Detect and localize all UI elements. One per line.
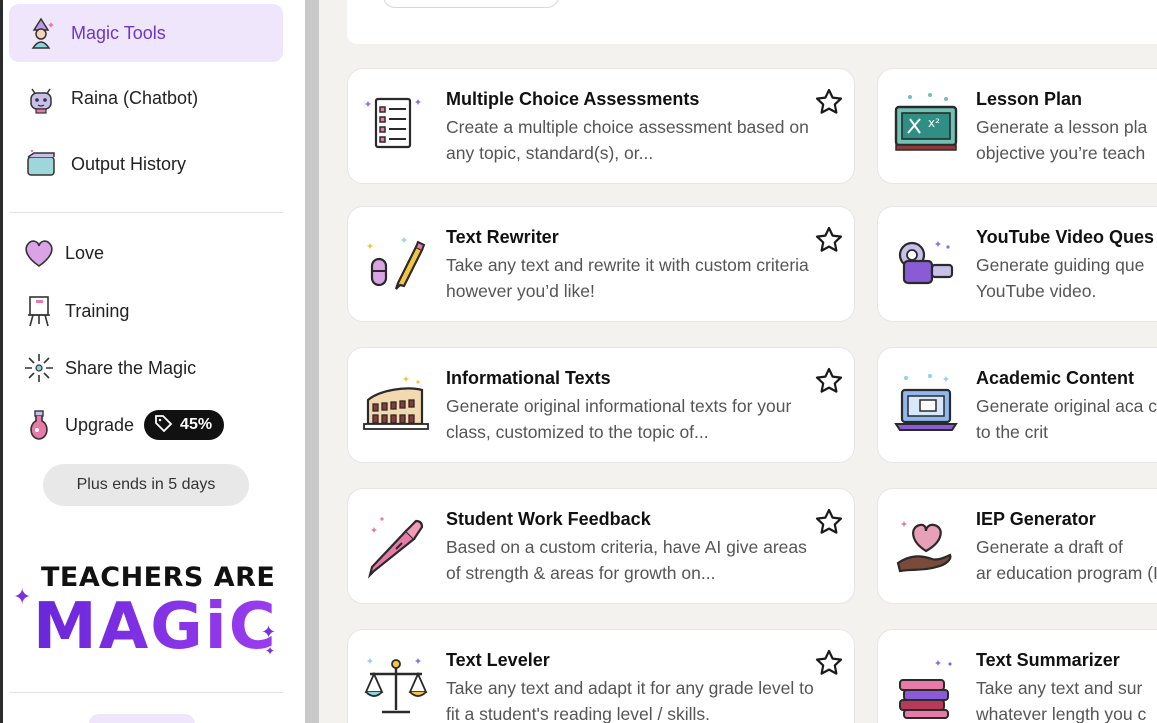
tool-card[interactable]: Academic Content Generate original aca cu… xyxy=(877,347,1157,463)
sidebar-divider xyxy=(9,212,283,213)
favorite-star-icon[interactable] xyxy=(814,648,844,678)
colosseum-icon xyxy=(360,368,432,440)
tool-title: Student Work Feedback xyxy=(446,509,651,529)
pen-icon xyxy=(360,509,432,581)
sparkle-share-icon xyxy=(21,350,57,386)
scales-icon xyxy=(360,650,432,722)
favorite-star-icon[interactable] xyxy=(814,366,844,396)
laptop-icon xyxy=(890,368,962,440)
tool-description: Take any text and sur whatever length you… xyxy=(976,678,1147,723)
checklist-icon xyxy=(360,89,432,161)
tool-title: Lesson Plan xyxy=(976,89,1083,109)
plan-notice: Plus ends in 5 days xyxy=(43,464,249,506)
sidebar-divider xyxy=(9,692,283,693)
tool-description: Take any text and adapt it for any grade… xyxy=(446,678,814,723)
plan-notice-text: Plus ends in 5 days xyxy=(76,476,216,493)
tool-title: Informational Texts xyxy=(446,368,611,388)
teachers-are-magic-logo: TEACHERS ARE MAGiC ✦ ✦ ✦ xyxy=(7,562,283,672)
pencil-eraser-icon xyxy=(360,227,432,299)
nav-raina-chatbot[interactable]: Raina (Chatbot) xyxy=(9,69,283,127)
tool-description: Take any text and rewrite it with custom… xyxy=(446,255,809,301)
nav-label: Magic Tools xyxy=(71,22,166,43)
main-content: Multiple Choice Assessments Create a mult… xyxy=(319,0,1157,723)
tool-description: Generate a draft of ar education program … xyxy=(976,537,1157,583)
books-icon xyxy=(890,650,962,722)
tool-card[interactable]: Informational Texts Generate original inf… xyxy=(347,347,855,463)
sparkle-icon: ✦ xyxy=(261,622,277,642)
sparkle-icon: ✦ xyxy=(13,584,32,609)
tool-card[interactable]: x² Lesson Plan Generate a lesson pla object… xyxy=(877,68,1157,184)
discount-badge: 45% xyxy=(144,410,225,440)
tool-card[interactable]: IEP Generator Generate a draft of ar educa… xyxy=(877,488,1157,604)
nav-magic-tools[interactable]: Magic Tools xyxy=(9,4,283,62)
tool-title: Multiple Choice Assessments xyxy=(446,89,700,109)
link-training[interactable]: Training xyxy=(21,291,129,331)
link-label: Training xyxy=(65,300,130,321)
tool-card[interactable]: Text Summarizer Take any text and sur what… xyxy=(877,629,1157,723)
tool-description: Generate guiding que YouTube video. xyxy=(976,255,1145,301)
tool-card[interactable]: Text Rewriter Take any text and rewrite i… xyxy=(347,206,855,322)
potion-icon xyxy=(21,407,57,443)
link-label: Love xyxy=(65,242,105,263)
sparkle-icon: ✦ xyxy=(265,644,276,658)
wizard-icon xyxy=(21,13,61,53)
tool-title: Academic Content xyxy=(976,368,1135,388)
favorite-star-icon[interactable] xyxy=(814,87,844,117)
tool-card[interactable]: YouTube Video Ques Generate guiding que Yo… xyxy=(877,206,1157,322)
easel-icon xyxy=(21,293,57,329)
link-share-the-magic[interactable]: Share the Magic xyxy=(21,348,196,388)
tool-title: Text Leveler xyxy=(446,650,550,670)
search-panel xyxy=(347,0,1157,44)
tool-description: Create a multiple choice assessment base… xyxy=(446,117,809,163)
history-icon xyxy=(21,144,61,184)
tag-icon xyxy=(154,414,174,437)
tool-description: Generate original aca customizedto the c… xyxy=(976,396,1157,442)
link-label: Upgrade xyxy=(65,414,135,435)
nav-label: Output History xyxy=(71,153,187,174)
chalkboard-icon: x² xyxy=(890,89,962,161)
tool-description: Generate original informational texts fo… xyxy=(446,396,792,442)
tool-description: Generate a lesson pla objective you’re te… xyxy=(976,117,1148,163)
link-love[interactable]: Love xyxy=(21,233,104,273)
nav-output-history[interactable]: Output History xyxy=(9,135,283,193)
tool-title: Text Summarizer xyxy=(976,650,1120,670)
tool-card[interactable]: Multiple Choice Assessments Create a mult… xyxy=(347,68,855,184)
tool-title: IEP Generator xyxy=(976,509,1096,529)
sidebar-bottom-pill[interactable] xyxy=(89,714,195,723)
tool-card[interactable]: Student Work Feedback Based on a custom c… xyxy=(347,488,855,604)
favorite-star-icon[interactable] xyxy=(814,507,844,537)
tool-title: YouTube Video Ques xyxy=(976,227,1155,247)
discount-value: 45% xyxy=(180,416,213,433)
heart-icon xyxy=(21,235,57,271)
tool-description: Based on a custom criteria, have AI give… xyxy=(446,537,807,583)
favorite-star-icon[interactable] xyxy=(814,225,844,255)
filter-control[interactable] xyxy=(383,0,559,8)
video-camera-icon xyxy=(890,227,962,299)
svg-text:x²: x² xyxy=(928,116,940,130)
link-upgrade[interactable]: Upgrade 45% xyxy=(21,405,225,445)
tool-card[interactable]: Text Leveler Take any text and adapt it f… xyxy=(347,629,855,723)
chatbot-icon xyxy=(21,78,61,118)
tool-title: Text Rewriter xyxy=(446,227,559,247)
heart-hand-icon xyxy=(890,509,962,581)
sidebar-scrollbar[interactable] xyxy=(305,0,319,723)
logo-line-1: TEACHERS ARE xyxy=(41,562,276,593)
nav-label: Raina (Chatbot) xyxy=(71,87,199,108)
sidebar: Magic Tools Raina (Chatbot) Output Histo… xyxy=(3,0,305,723)
logo-line-2: MAGiC xyxy=(33,590,278,664)
link-label: Share the Magic xyxy=(65,357,197,378)
